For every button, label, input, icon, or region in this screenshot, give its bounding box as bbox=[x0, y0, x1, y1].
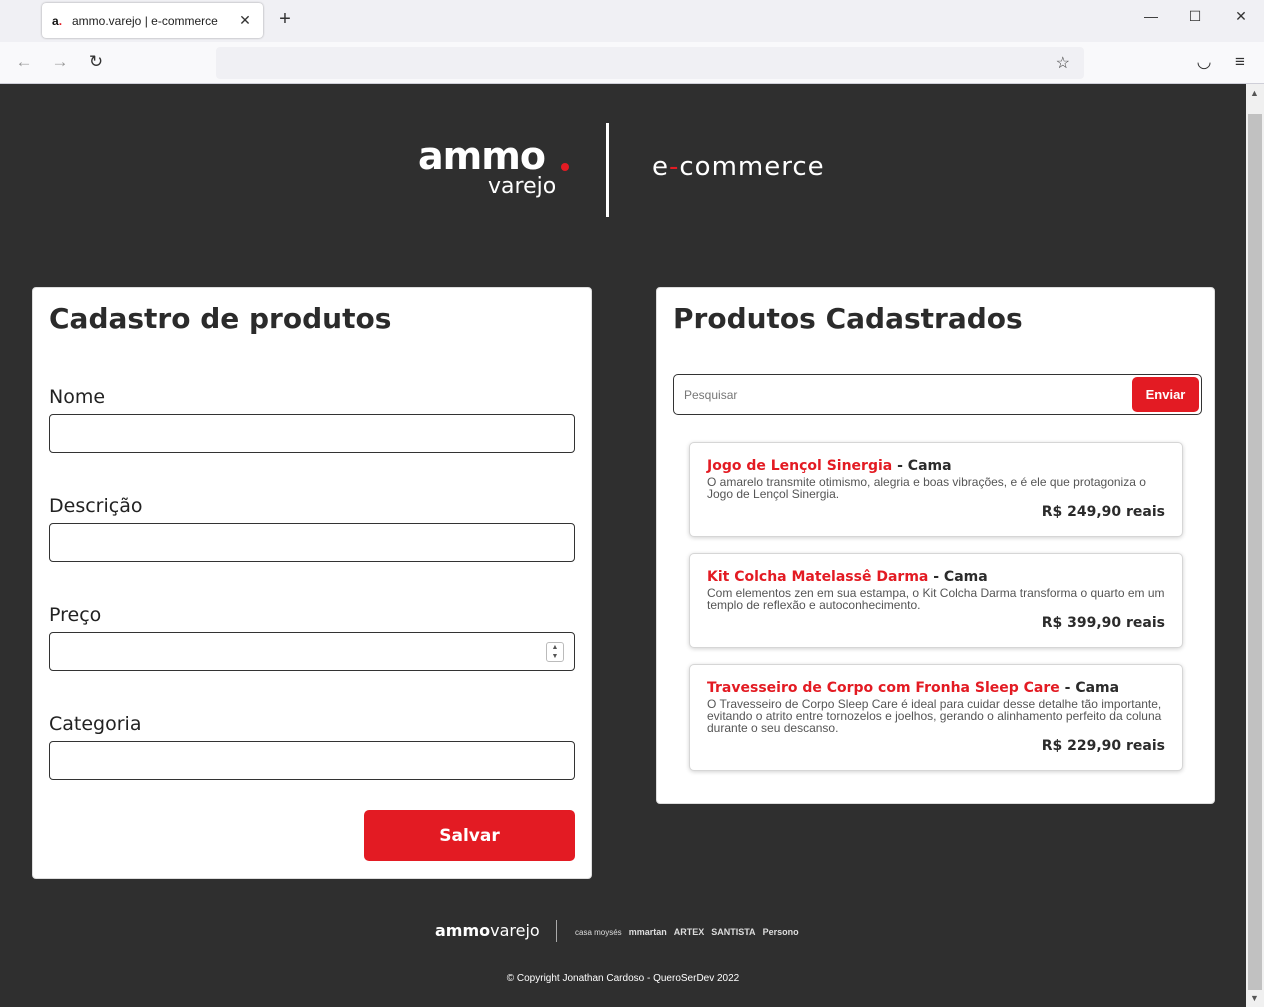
bookmark-star-icon[interactable]: ☆ bbox=[1056, 53, 1070, 73]
product-description: O amarelo transmite otimismo, alegria e … bbox=[707, 475, 1146, 501]
scroll-down-icon[interactable]: ▼ bbox=[1250, 993, 1259, 1003]
reload-icon[interactable]: ↻ bbox=[86, 52, 106, 72]
send-button[interactable]: Enviar bbox=[1132, 377, 1199, 412]
logo-ammo-text: ammo bbox=[418, 134, 546, 178]
maximize-button[interactable]: ☐ bbox=[1185, 8, 1205, 25]
number-spinner-icon[interactable]: ▲ ▼ bbox=[546, 642, 564, 662]
brand-logos: casa moysés mmartan ARTEX SANTISTA Perso… bbox=[575, 927, 799, 937]
product-form-card: Cadastro de produtos Nome Descrição Preç… bbox=[32, 287, 592, 879]
list-title: Produtos Cadastrados bbox=[673, 302, 1023, 335]
product-description: Com elementos zen em sua estampa, o Kit … bbox=[707, 586, 1165, 612]
category-label: Categoria bbox=[49, 713, 142, 735]
product-price: R$ 399,90 reais bbox=[1041, 615, 1165, 631]
product-description: O Travesseiro de Corpo Sleep Care é idea… bbox=[707, 697, 1162, 735]
brand-mmartan: mmartan bbox=[628, 927, 667, 937]
brand-artex: ARTEX bbox=[673, 927, 705, 937]
product-card: Travesseiro de Corpo com Fronha Sleep Ca… bbox=[689, 664, 1183, 771]
search-placeholder: Pesquisar bbox=[684, 388, 738, 402]
back-arrow-icon[interactable]: ← bbox=[14, 52, 34, 72]
products-list-card: Produtos Cadastrados Pesquisar Enviar Jo… bbox=[656, 287, 1215, 804]
product-category: - Cama bbox=[892, 458, 952, 474]
ecommerce-title: e-commerce bbox=[652, 152, 825, 182]
description-label: Descrição bbox=[49, 495, 143, 517]
price-input[interactable]: ▲ ▼ bbox=[49, 632, 575, 671]
tab-close-icon[interactable]: ✕ bbox=[237, 12, 253, 29]
product-card: Kit Colcha Matelassê Darma - Cama Com el… bbox=[689, 553, 1183, 648]
product-name: Jogo de Lençol Sinergia bbox=[707, 458, 893, 474]
name-input[interactable] bbox=[49, 414, 575, 453]
logo-dot bbox=[561, 163, 569, 171]
header-divider bbox=[606, 123, 609, 217]
site-favicon-icon: a. bbox=[52, 13, 63, 28]
ammo-varejo-logo: ammo varejo bbox=[418, 136, 578, 206]
copyright-text: © Copyright Jonathan Cardoso - QueroSerD… bbox=[506, 973, 740, 984]
product-category: - Cama bbox=[1059, 680, 1120, 696]
page-content: ammo varejo e-commerce Cadastro de produ… bbox=[0, 84, 1246, 1007]
minimize-button[interactable]: — bbox=[1141, 8, 1161, 24]
brand-casa-moyses: casa moysés bbox=[575, 927, 622, 937]
url-bar[interactable]: ☆ bbox=[216, 47, 1084, 79]
product-category: - Cama bbox=[928, 569, 988, 585]
footer-divider bbox=[556, 920, 557, 942]
search-input[interactable]: Pesquisar Enviar bbox=[673, 374, 1202, 415]
product-price: R$ 229,90 reais bbox=[1041, 738, 1165, 754]
product-card: Jogo de Lençol Sinergia - Cama O amarelo… bbox=[689, 442, 1183, 537]
browser-nav-bar: ← → ↻ ☆ ◡ ≡ bbox=[0, 42, 1264, 84]
logo-varejo-text: varejo bbox=[488, 174, 557, 199]
scrollbar-thumb[interactable] bbox=[1248, 114, 1262, 990]
menu-icon[interactable]: ≡ bbox=[1230, 52, 1250, 72]
new-tab-button[interactable]: + bbox=[274, 8, 296, 31]
description-input[interactable] bbox=[49, 523, 575, 562]
window-close-button[interactable]: ✕ bbox=[1231, 8, 1251, 25]
product-name: Travesseiro de Corpo com Fronha Sleep Ca… bbox=[707, 680, 1060, 696]
name-label: Nome bbox=[49, 386, 106, 408]
tab-title: ammo.varejo | e-commerce bbox=[72, 13, 218, 28]
forward-arrow-icon[interactable]: → bbox=[50, 52, 70, 72]
browser-tab-bar: a. ammo.varejo | e-commerce ✕ + — ☐ ✕ bbox=[0, 0, 1264, 42]
brand-santista: SANTISTA bbox=[711, 927, 756, 937]
form-title: Cadastro de produtos bbox=[49, 302, 392, 335]
save-button[interactable]: Salvar bbox=[364, 810, 575, 861]
product-name: Kit Colcha Matelassê Darma bbox=[707, 569, 929, 585]
category-input[interactable] bbox=[49, 741, 575, 780]
brand-persono: Persono bbox=[762, 927, 799, 937]
pocket-icon[interactable]: ◡ bbox=[1194, 52, 1214, 72]
price-label: Preço bbox=[49, 604, 102, 626]
browser-tab[interactable]: a. ammo.varejo | e-commerce ✕ bbox=[42, 3, 263, 38]
scroll-up-icon[interactable]: ▲ bbox=[1250, 88, 1259, 98]
footer-logo: ammovarejo bbox=[435, 921, 540, 940]
product-price: R$ 249,90 reais bbox=[1041, 504, 1165, 520]
page-scrollbar[interactable]: ▲ ▼ bbox=[1246, 84, 1264, 1007]
